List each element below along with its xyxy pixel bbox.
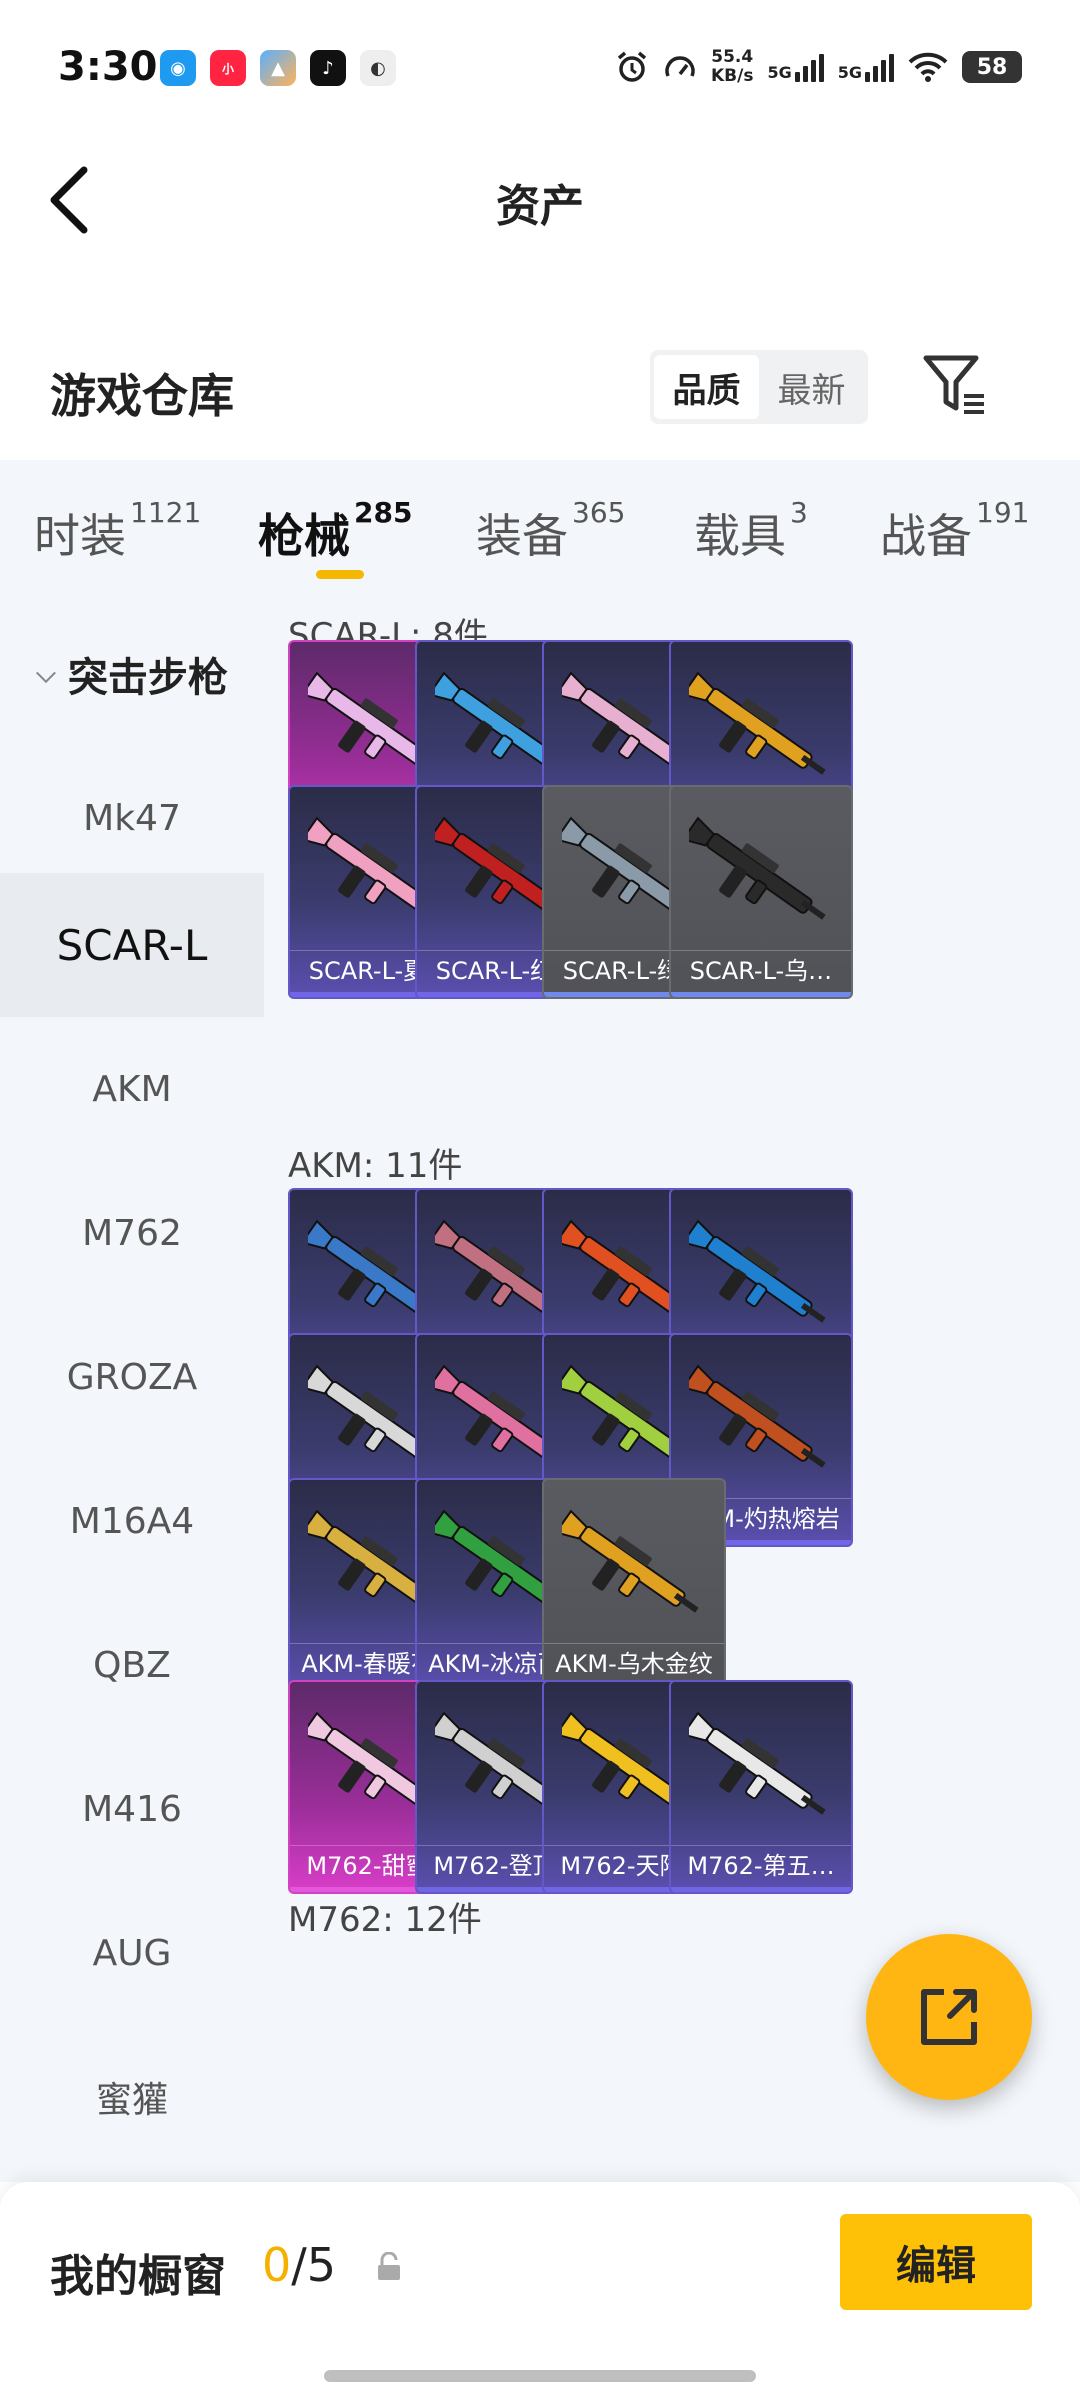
sidebar-item-m16a4[interactable]: M16A4: [0, 1449, 264, 1593]
network-speed: 55.4 KB/s: [711, 47, 754, 86]
gun-skin-image: [689, 1219, 826, 1323]
share-button[interactable]: [866, 1934, 1032, 2100]
system-indicators: 55.4 KB/s 5G 5G 58: [615, 48, 1022, 86]
app-icon: ◐: [360, 50, 396, 86]
lock-icon: [378, 2252, 400, 2280]
status-bar: 3:30 ◉ 小 ▲ ♪ ◐ 55.4 KB/s 5G 5G 58: [0, 0, 1080, 140]
status-time: 3:30: [58, 44, 158, 90]
sidebar-item-scar-l[interactable]: SCAR-L: [0, 873, 264, 1017]
filter-icon[interactable]: [920, 350, 990, 420]
bilibili-app-icon: ◉: [160, 50, 196, 86]
sort-by-quality[interactable]: 品质: [654, 355, 759, 419]
signal-1: 5G: [767, 52, 824, 82]
sidebar-item-akm[interactable]: AKM: [0, 1017, 264, 1161]
weapon-card[interactable]: SCAR-L-乌…: [669, 785, 853, 999]
showcase-count: 0/5: [262, 2238, 337, 2292]
signal-2: 5G: [838, 52, 894, 82]
showcase-label: 我的橱窗: [50, 2251, 226, 2302]
gun-skin-image: [689, 671, 826, 775]
alarm-icon: [617, 51, 647, 82]
weapon-name: SCAR-L-乌…: [671, 950, 851, 991]
tab-fashion[interactable]: 时装 1121: [34, 496, 201, 566]
sidebar-item-mk47[interactable]: Mk47: [0, 746, 264, 890]
gun-skin-image: [689, 1364, 826, 1468]
gallery-app-icon: ▲: [260, 50, 296, 86]
gun-skin-image: [689, 1711, 826, 1815]
xiaohongshu-app-icon: 小: [210, 50, 246, 86]
gun-skin-image: [562, 1509, 699, 1613]
page-title: 资产: [496, 181, 584, 232]
page-header: 资产: [0, 140, 1080, 260]
tiktok-app-icon: ♪: [310, 50, 346, 86]
weapon-name: M762-第五…: [671, 1845, 851, 1886]
tab-vehicles[interactable]: 载具 3: [694, 496, 808, 566]
sidebar-item-m762[interactable]: M762: [0, 1161, 264, 1305]
tab-guns[interactable]: 枪械 285: [258, 496, 412, 566]
active-tab-indicator: [316, 570, 364, 579]
sidebar-item-honey-badger[interactable]: 蜜獾: [0, 2025, 264, 2169]
share-icon: [921, 1989, 977, 2045]
sidebar-item-qbz[interactable]: QBZ: [0, 1593, 264, 1737]
weapon-sidebar: ⌵ 突击步枪 Mk47 SCAR-L AKM M762 GROZA M16A4 …: [0, 602, 264, 2182]
sidebar-item-groza[interactable]: GROZA: [0, 1305, 264, 1449]
section-title: 游戏仓库: [50, 369, 234, 423]
showcase-bar: 我的橱窗 0/5 编辑: [0, 2182, 1080, 2400]
tab-equipment[interactable]: 装备 365: [476, 496, 625, 566]
sidebar-item-aug[interactable]: AUG: [0, 1881, 264, 2025]
category-tabs: 时装 1121 枪械 285 装备 365 载具 3 战备 191: [0, 460, 1080, 602]
weapon-card[interactable]: M762-第五…: [669, 1680, 853, 1894]
tab-supplies[interactable]: 战备 191: [880, 496, 1029, 566]
weapon-name: AKM-乌木金纹: [544, 1643, 724, 1684]
battery-indicator: 58: [962, 51, 1022, 83]
home-indicator: [324, 2370, 756, 2382]
weapon-card[interactable]: AKM-乌木金纹: [542, 1478, 726, 1692]
gun-skin-image: [689, 816, 826, 920]
sidebar-item-m416[interactable]: M416: [0, 1737, 264, 1881]
sidebar-category-assault-rifles[interactable]: ⌵ 突击步枪: [0, 602, 264, 746]
wifi-icon: [908, 52, 948, 82]
group-title-akm: AKM: 11件: [288, 1146, 463, 1186]
sort-by-newest[interactable]: 最新: [759, 355, 864, 419]
speedometer-icon: [665, 56, 695, 77]
edit-button[interactable]: 编辑: [840, 2214, 1032, 2310]
group-title-m762: M762: 12件: [288, 1900, 482, 1940]
notification-icons: ◉ 小 ▲ ♪ ◐: [160, 50, 396, 86]
sort-toggle: 品质 最新: [650, 350, 868, 424]
chevron-down-icon: ⌵: [36, 658, 56, 689]
